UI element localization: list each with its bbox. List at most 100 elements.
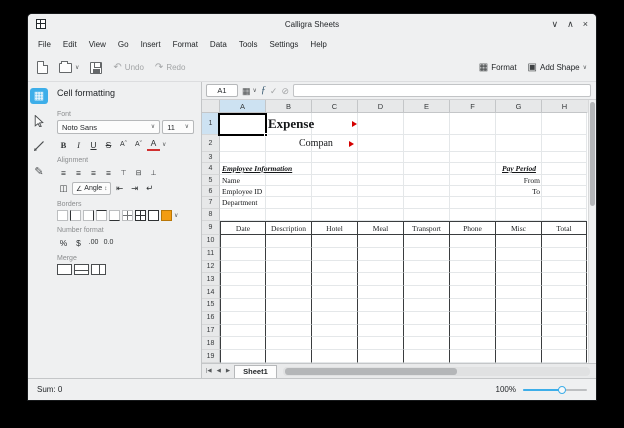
save-button[interactable] <box>87 60 105 76</box>
cell[interactable] <box>404 325 450 338</box>
cell[interactable] <box>542 273 587 286</box>
cell[interactable] <box>358 273 404 286</box>
cell[interactable] <box>358 175 404 186</box>
border-right-button[interactable] <box>83 210 94 221</box>
cell[interactable] <box>358 286 404 299</box>
increase-precision-button[interactable]: .00 <box>87 236 100 249</box>
row-header[interactable]: 2 <box>202 135 220 152</box>
cell[interactable] <box>220 135 266 152</box>
cell[interactable] <box>542 235 587 248</box>
percent-format-button[interactable]: % <box>57 236 70 249</box>
maximize-icon[interactable]: ∧ <box>567 19 574 29</box>
underline-button[interactable]: U <box>87 138 100 151</box>
cell[interactable] <box>542 135 587 152</box>
cell[interactable] <box>220 209 266 221</box>
cell[interactable] <box>358 163 404 175</box>
cell[interactable] <box>220 235 266 248</box>
cell[interactable] <box>220 197 266 209</box>
cell[interactable] <box>404 261 450 274</box>
cell[interactable] <box>450 273 496 286</box>
cell[interactable] <box>266 312 312 325</box>
cell[interactable] <box>358 350 404 363</box>
menu-file[interactable]: File <box>32 38 57 51</box>
column-header-f[interactable]: F <box>450 100 496 113</box>
menu-go[interactable]: Go <box>112 38 135 51</box>
cell[interactable] <box>220 152 266 163</box>
menu-settings[interactable]: Settings <box>264 38 305 51</box>
cell[interactable] <box>266 273 312 286</box>
cell[interactable] <box>358 197 404 209</box>
cell[interactable] <box>266 261 312 274</box>
cell[interactable] <box>266 350 312 363</box>
align-left-button[interactable]: ≡ <box>57 166 70 179</box>
row-header[interactable]: 18 <box>202 337 220 350</box>
cell[interactable]: Meal <box>358 221 404 235</box>
cell[interactable] <box>404 209 450 221</box>
cell[interactable] <box>450 113 496 135</box>
cell[interactable] <box>450 299 496 312</box>
first-sheet-icon[interactable]: |◀ <box>205 368 213 374</box>
cell[interactable] <box>450 248 496 261</box>
row-header[interactable]: 6 <box>202 186 220 197</box>
cell[interactable] <box>450 350 496 363</box>
apply-icon[interactable]: ✓ <box>270 86 278 96</box>
cell[interactable] <box>312 286 358 299</box>
row-header[interactable]: 4 <box>202 163 220 175</box>
cell[interactable]: Phone <box>450 221 496 235</box>
horizontal-scrollbar-thumb[interactable] <box>285 368 457 375</box>
cell[interactable] <box>542 209 587 221</box>
cell[interactable] <box>312 235 358 248</box>
formula-input[interactable] <box>293 84 591 97</box>
border-top-button[interactable] <box>96 210 107 221</box>
close-icon[interactable]: × <box>583 19 588 29</box>
cell[interactable] <box>220 337 266 350</box>
horizontal-scrollbar[interactable] <box>283 367 590 376</box>
cell[interactable] <box>542 286 587 299</box>
cell[interactable] <box>450 209 496 221</box>
cell[interactable] <box>220 286 266 299</box>
cell[interactable] <box>312 186 358 197</box>
cell[interactable] <box>496 197 542 209</box>
cell[interactable] <box>312 152 358 163</box>
vertical-text-button[interactable]: ◫ <box>57 182 70 195</box>
cell[interactable] <box>358 209 404 221</box>
cell[interactable] <box>312 209 358 221</box>
valign-top-button[interactable]: ⊤ <box>117 166 130 179</box>
format-button[interactable]: ▦ Format <box>476 61 520 75</box>
cell[interactable] <box>266 186 312 197</box>
cell[interactable] <box>542 325 587 338</box>
cell[interactable] <box>220 325 266 338</box>
cell[interactable] <box>312 350 358 363</box>
cell[interactable] <box>542 152 587 163</box>
cell[interactable] <box>312 175 358 186</box>
cell[interactable] <box>312 261 358 274</box>
border-left-button[interactable] <box>70 210 81 221</box>
wrap-text-button[interactable]: ↵ <box>143 182 156 195</box>
redo-button[interactable]: ↷ Redo <box>152 61 189 75</box>
vertical-scrollbar-thumb[interactable] <box>590 102 595 206</box>
previous-sheet-icon[interactable]: ◀ <box>216 368 222 374</box>
cell[interactable] <box>404 163 450 175</box>
border-outline-button[interactable] <box>148 210 159 221</box>
border-color-button[interactable] <box>161 210 172 221</box>
cell[interactable] <box>266 113 312 135</box>
menu-data[interactable]: Data <box>204 38 233 51</box>
column-header-h[interactable]: H <box>542 100 587 113</box>
cell[interactable] <box>220 299 266 312</box>
cell[interactable] <box>496 186 542 197</box>
sheet-tab-sheet1[interactable]: Sheet1 <box>234 365 277 378</box>
cell[interactable] <box>358 261 404 274</box>
cell[interactable] <box>450 312 496 325</box>
align-justify-button[interactable]: ≡ <box>102 166 115 179</box>
menu-tools[interactable]: Tools <box>233 38 264 51</box>
cell[interactable] <box>496 235 542 248</box>
cell[interactable] <box>220 350 266 363</box>
dissociate-cells-button[interactable] <box>91 264 106 275</box>
valign-bottom-button[interactable]: ⊥ <box>147 166 160 179</box>
cell[interactable] <box>450 261 496 274</box>
cell[interactable] <box>358 152 404 163</box>
cell[interactable] <box>266 248 312 261</box>
merge-horizontal-button[interactable] <box>74 264 89 275</box>
cell[interactable] <box>450 325 496 338</box>
cell[interactable] <box>358 248 404 261</box>
